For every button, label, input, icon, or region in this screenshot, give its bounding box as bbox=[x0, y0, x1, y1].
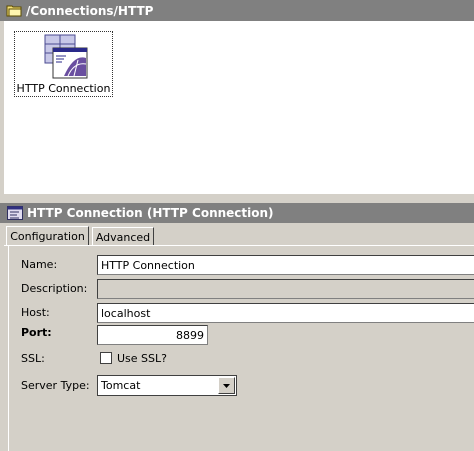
tab-configuration[interactable]: Configuration bbox=[6, 226, 89, 246]
port-field[interactable]: 8899 bbox=[97, 325, 208, 345]
http-connection-tile[interactable]: HTTP Connection bbox=[14, 31, 113, 97]
host-value: localhost bbox=[101, 306, 151, 320]
tab-advanced[interactable]: Advanced bbox=[92, 227, 154, 246]
name-field[interactable]: HTTP Connection bbox=[97, 255, 474, 275]
breadcrumb-path: /Connections/HTTP bbox=[26, 3, 154, 18]
tab-bar: Configuration Advanced bbox=[4, 226, 474, 246]
name-label: Name: bbox=[21, 258, 58, 271]
chevron-down-icon bbox=[223, 383, 230, 388]
folder-icon bbox=[6, 5, 22, 17]
server-type-label: Server Type: bbox=[21, 379, 90, 392]
breadcrumb-header: /Connections/HTTP bbox=[0, 0, 474, 21]
dropdown-button[interactable] bbox=[218, 377, 235, 394]
tab-label: Configuration bbox=[10, 230, 85, 243]
host-label: Host: bbox=[21, 306, 50, 319]
properties-title: HTTP Connection (HTTP Connection) bbox=[27, 206, 274, 220]
description-field[interactable] bbox=[97, 279, 474, 299]
server-type-value: Tomcat bbox=[101, 379, 141, 392]
name-value: HTTP Connection bbox=[101, 258, 195, 272]
connections-canvas[interactable]: HTTP Connection bbox=[4, 21, 474, 194]
connection-properties-icon bbox=[7, 206, 23, 220]
port-label: Port: bbox=[21, 326, 52, 339]
use-ssl-checkbox[interactable] bbox=[100, 352, 112, 364]
tile-label: HTTP Connection bbox=[16, 82, 111, 95]
ssl-label: SSL: bbox=[21, 352, 45, 365]
port-value: 8899 bbox=[176, 328, 204, 342]
use-ssl-label: Use SSL? bbox=[117, 352, 167, 365]
tab-label: Advanced bbox=[95, 230, 151, 244]
http-connection-icon bbox=[44, 34, 88, 79]
properties-header: HTTP Connection (HTTP Connection) bbox=[0, 203, 474, 223]
description-label: Description: bbox=[21, 282, 88, 295]
server-type-select[interactable]: Tomcat bbox=[97, 375, 237, 396]
configuration-panel: Name: HTTP Connection Description: Host:… bbox=[8, 246, 474, 451]
host-field[interactable]: localhost bbox=[97, 303, 474, 323]
